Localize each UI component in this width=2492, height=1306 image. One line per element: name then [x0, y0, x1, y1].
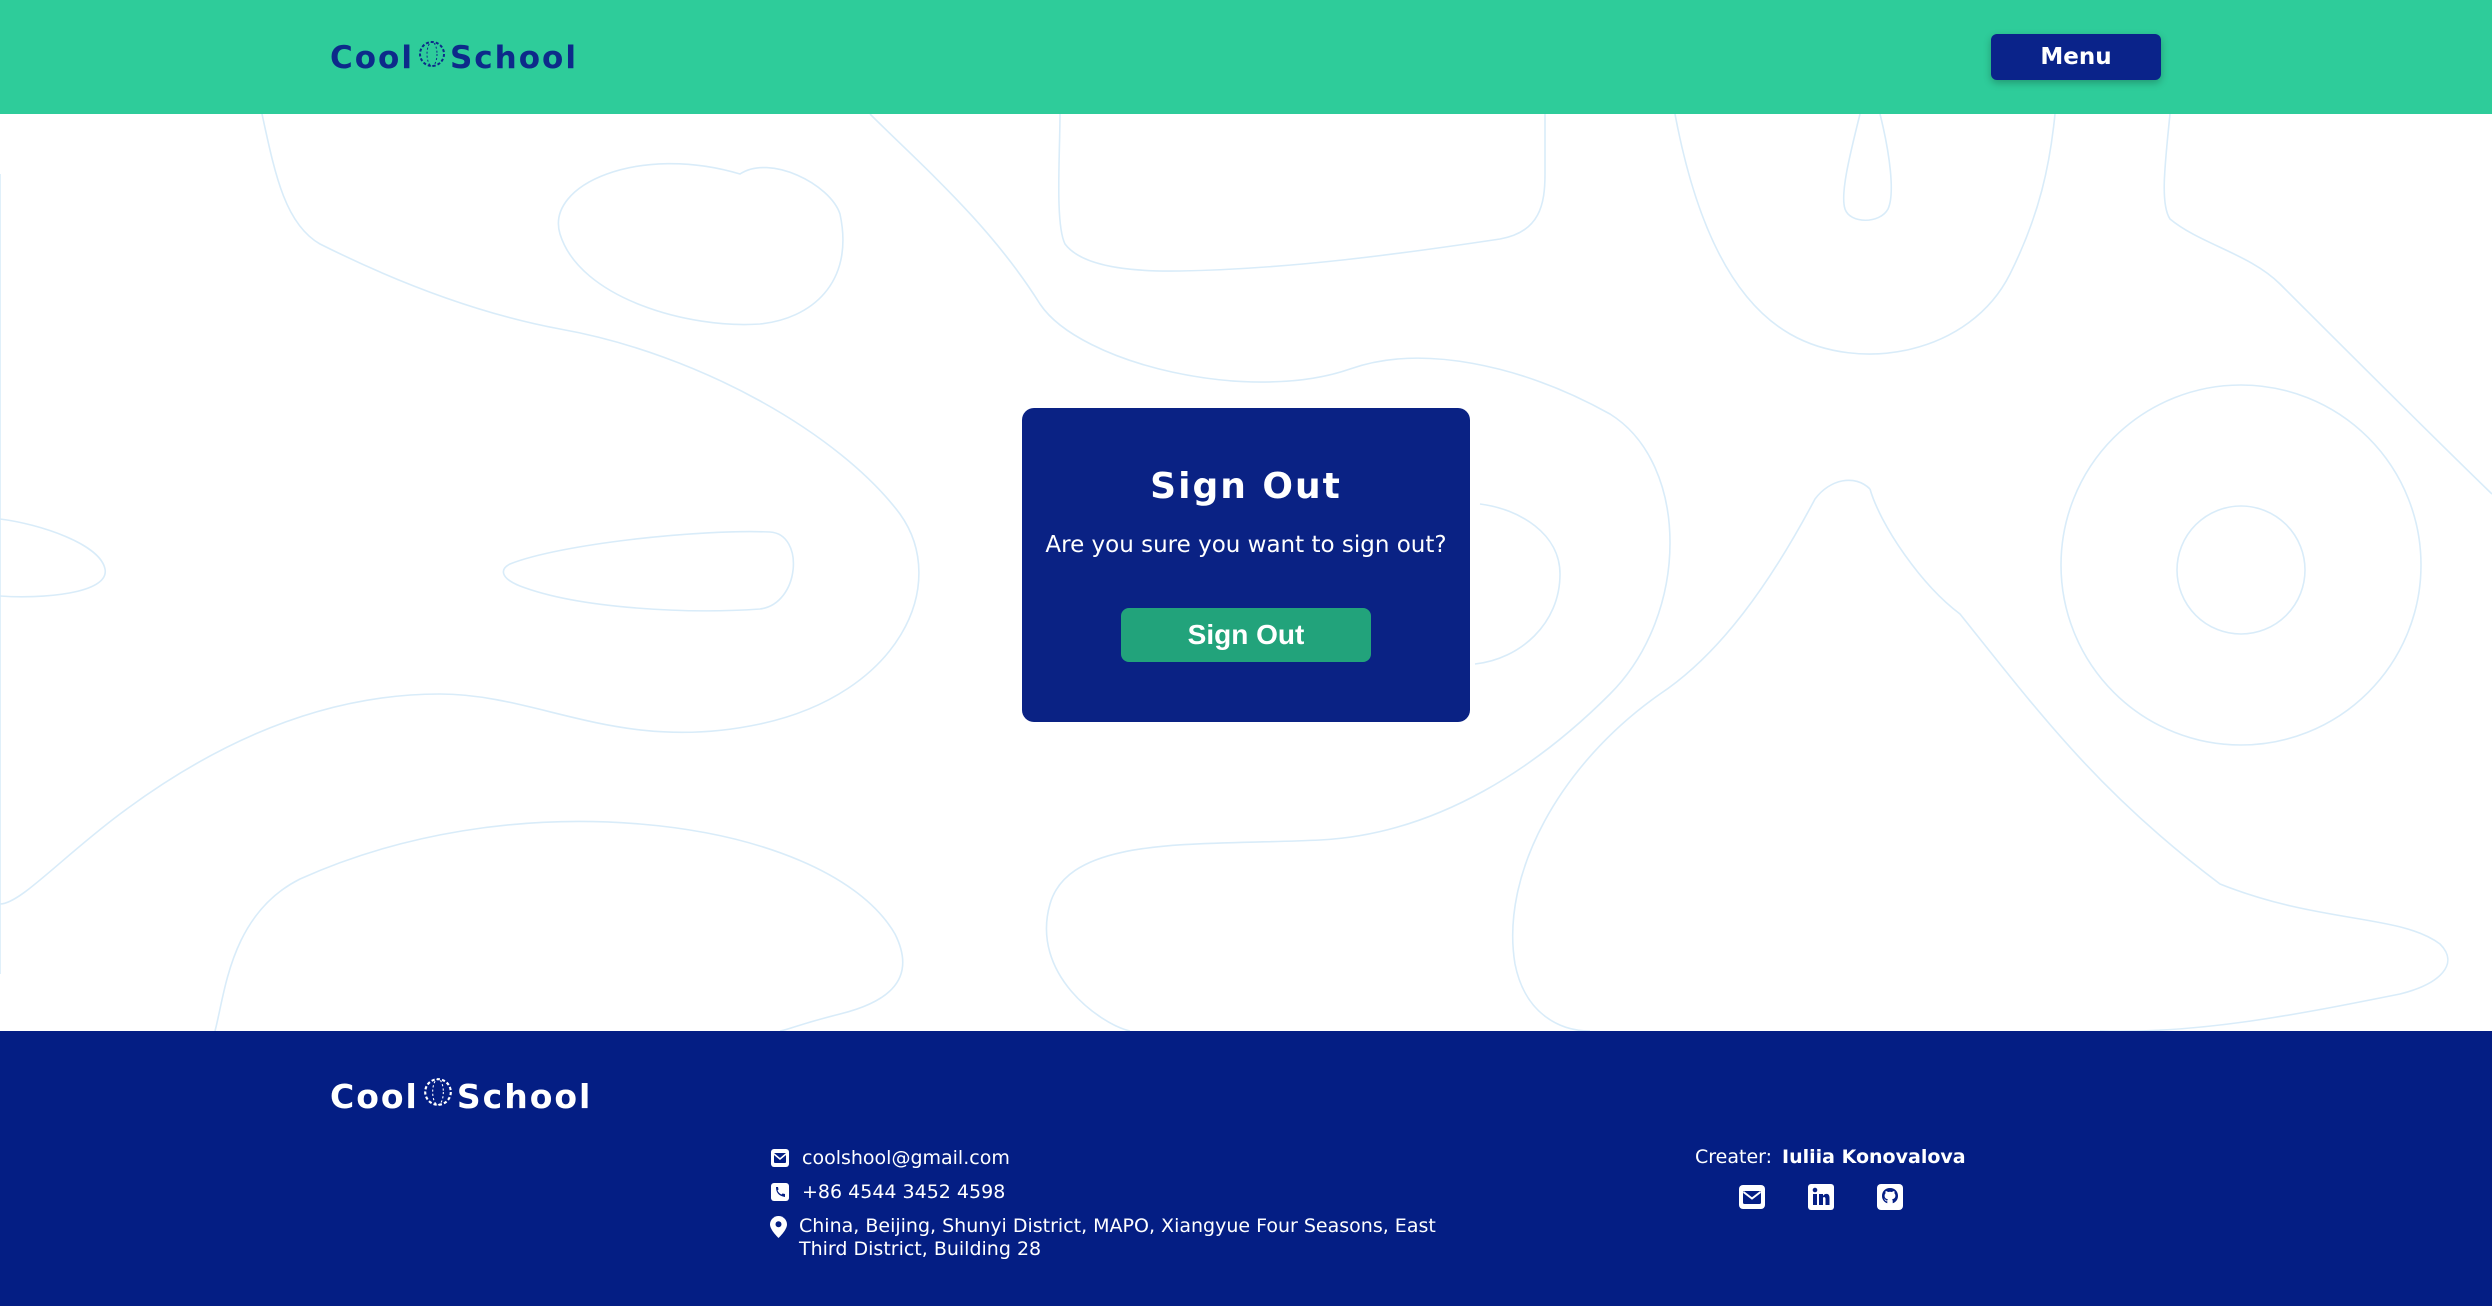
menu-button[interactable]: Menu: [1991, 34, 2161, 80]
creator-name: Iuliia Konovalova: [1782, 1146, 1966, 1168]
footer-logo[interactable]: Cool School: [330, 1073, 592, 1119]
header-logo[interactable]: Cool School: [330, 36, 578, 80]
dialog-message: Are you sure you want to sign out?: [1045, 532, 1447, 558]
sign-out-button[interactable]: Sign Out: [1121, 608, 1371, 662]
contact-phone[interactable]: +86 4544 3452 4598: [770, 1181, 1442, 1204]
envelope-icon: [770, 1148, 790, 1168]
dialog-title: Sign Out: [1150, 466, 1342, 507]
github-icon[interactable]: [1876, 1183, 1904, 1211]
main-content: Sign Out Are you sure you want to sign o…: [0, 114, 2492, 1031]
creator-label: Creater:: [1695, 1146, 1773, 1168]
email-text: coolshool@gmail.com: [802, 1147, 1010, 1169]
sign-out-dialog: Sign Out Are you sure you want to sign o…: [1022, 408, 1470, 722]
linkedin-icon[interactable]: [1807, 1183, 1835, 1211]
phone-text: +86 4544 3452 4598: [802, 1181, 1006, 1203]
logo-text-school: School: [449, 40, 578, 76]
location-pin-icon: [770, 1216, 787, 1238]
header: Cool School Menu: [0, 0, 2492, 114]
phone-icon: [770, 1182, 790, 1202]
mail-icon[interactable]: [1738, 1183, 1766, 1211]
logo-text-cool: Cool: [330, 40, 414, 76]
footer-logo-text-cool: Cool: [330, 1076, 419, 1116]
globe-icon: [417, 39, 447, 77]
globe-icon: [422, 1076, 454, 1116]
creator-info: Creater: Iuliia Konovalova: [1695, 1146, 1966, 1168]
footer-logo-text-school: School: [456, 1076, 593, 1116]
footer: Cool School coolshool@gmail.com +86 4544…: [0, 1031, 2492, 1306]
address-text: China, Beijing, Shunyi District, MAPO, X…: [799, 1215, 1436, 1260]
contact-address: China, Beijing, Shunyi District, MAPO, X…: [770, 1215, 1439, 1261]
contact-email[interactable]: coolshool@gmail.com: [770, 1147, 1442, 1170]
